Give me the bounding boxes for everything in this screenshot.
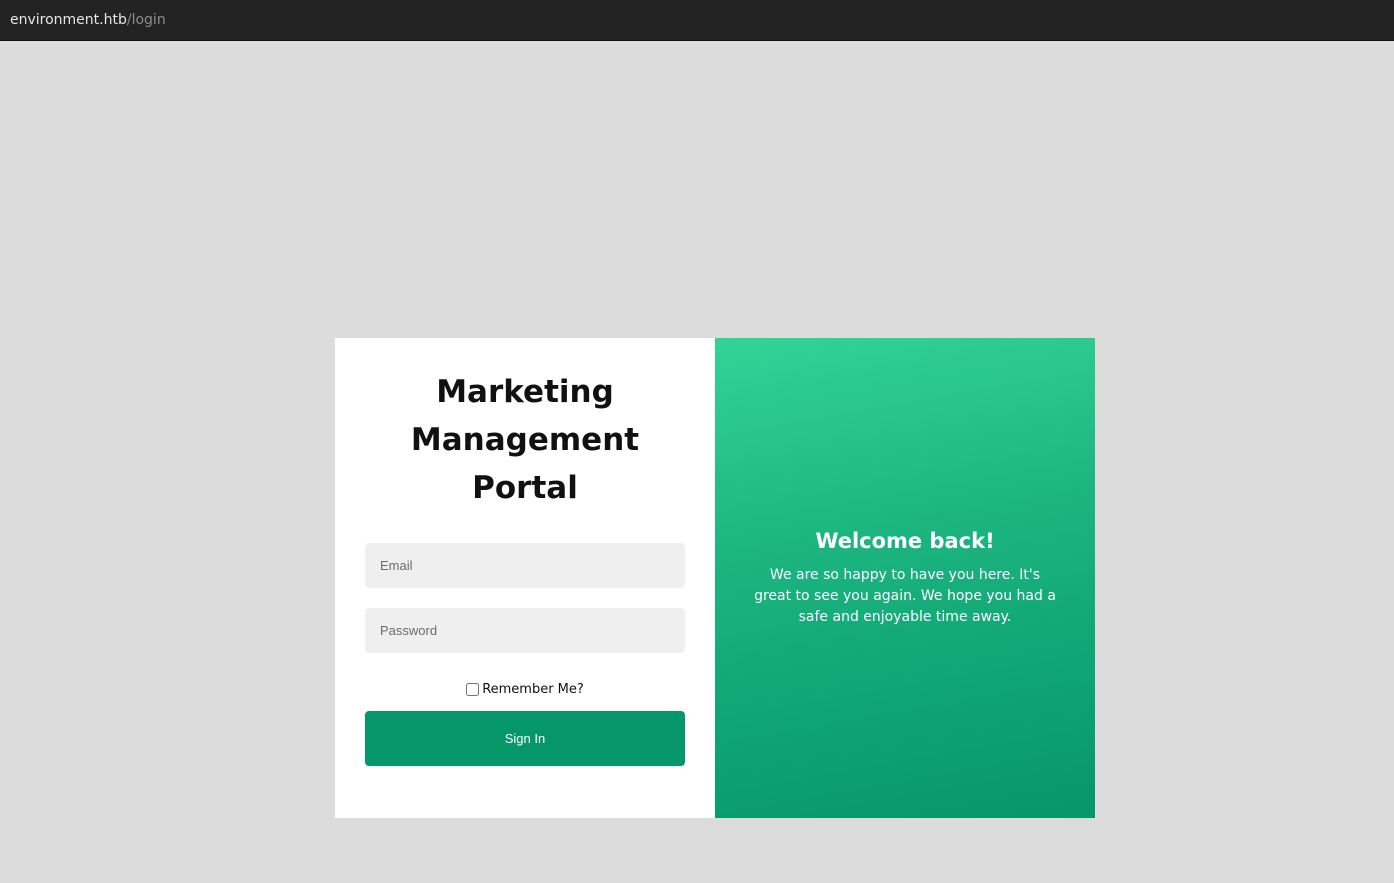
remember-me-checkbox[interactable]	[466, 683, 480, 696]
welcome-panel: Welcome back! We are so happy to have yo…	[715, 338, 1095, 818]
login-panel: Marketing Management Portal Remember Me?…	[335, 338, 715, 818]
url-path: /login	[126, 12, 166, 28]
sign-in-button[interactable]: Sign In	[365, 711, 685, 766]
welcome-title: Welcome back!	[815, 528, 995, 553]
address-bar[interactable]: environment.htb/login	[0, 0, 1394, 41]
email-field[interactable]	[365, 543, 685, 588]
remember-me-label: Remember Me?	[482, 682, 584, 697]
password-field[interactable]	[365, 608, 685, 653]
welcome-text: We are so happy to have you here. It's g…	[754, 566, 1056, 625]
page-title: Marketing Management Portal	[410, 374, 640, 506]
remember-me[interactable]: Remember Me?	[335, 682, 715, 697]
url-host: environment.htb	[10, 12, 127, 28]
login-card: Marketing Management Portal Remember Me?…	[335, 338, 1095, 818]
